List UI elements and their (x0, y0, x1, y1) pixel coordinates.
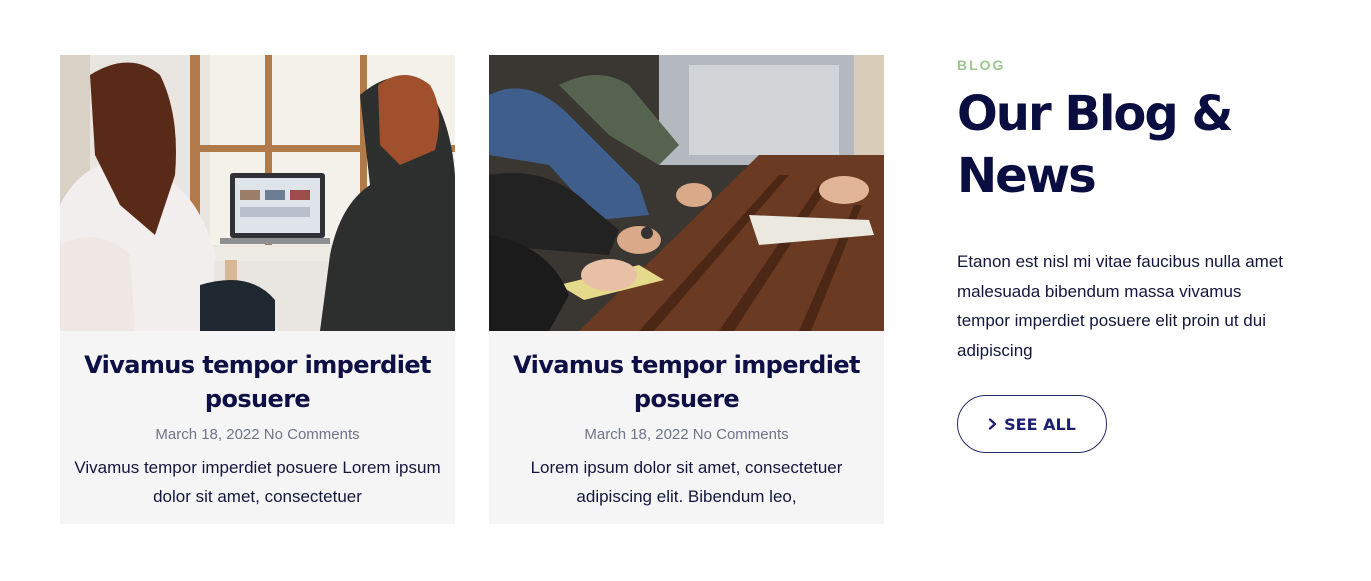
post-title[interactable]: Vivamus tempor imperdiet posuere (503, 348, 870, 416)
section-label: BLOG (957, 57, 1006, 73)
post-excerpt: Lorem ipsum dolor sit amet, consectetuer… (530, 458, 843, 506)
post-date[interactable]: March 18, 2022 (584, 426, 688, 443)
post-comments-link[interactable]: No Comments (264, 426, 360, 443)
post-comments-link[interactable]: No Comments (693, 426, 789, 443)
post-meta: March 18, 2022 No Comments (503, 425, 870, 445)
blog-intro: BLOG Our Blog & News Etanon est nisl mi … (957, 55, 1317, 453)
section-description: Etanon est nisl mi vitae faucibus nulla … (957, 252, 1284, 360)
section-title: Our Blog & News (957, 86, 1233, 204)
post-meta: March 18, 2022 No Comments (74, 425, 441, 445)
blog-post-card: Vivamus tempor imperdiet posuere March 1… (60, 55, 455, 524)
post-date[interactable]: March 18, 2022 (155, 426, 259, 443)
see-all-button[interactable]: SEE ALL (957, 395, 1107, 453)
post-image-office-laptop[interactable] (60, 55, 455, 331)
blog-post-card: Vivamus tempor imperdiet posuere March 1… (489, 55, 884, 524)
chevron-right-icon (989, 418, 997, 430)
post-title[interactable]: Vivamus tempor imperdiet posuere (74, 348, 441, 416)
see-all-label: SEE ALL (1004, 414, 1076, 434)
post-image-meeting-table[interactable] (489, 55, 884, 331)
blog-section: Vivamus tempor imperdiet posuere March 1… (0, 0, 1371, 581)
post-excerpt: Vivamus tempor imperdiet posuere Lorem i… (74, 458, 441, 506)
